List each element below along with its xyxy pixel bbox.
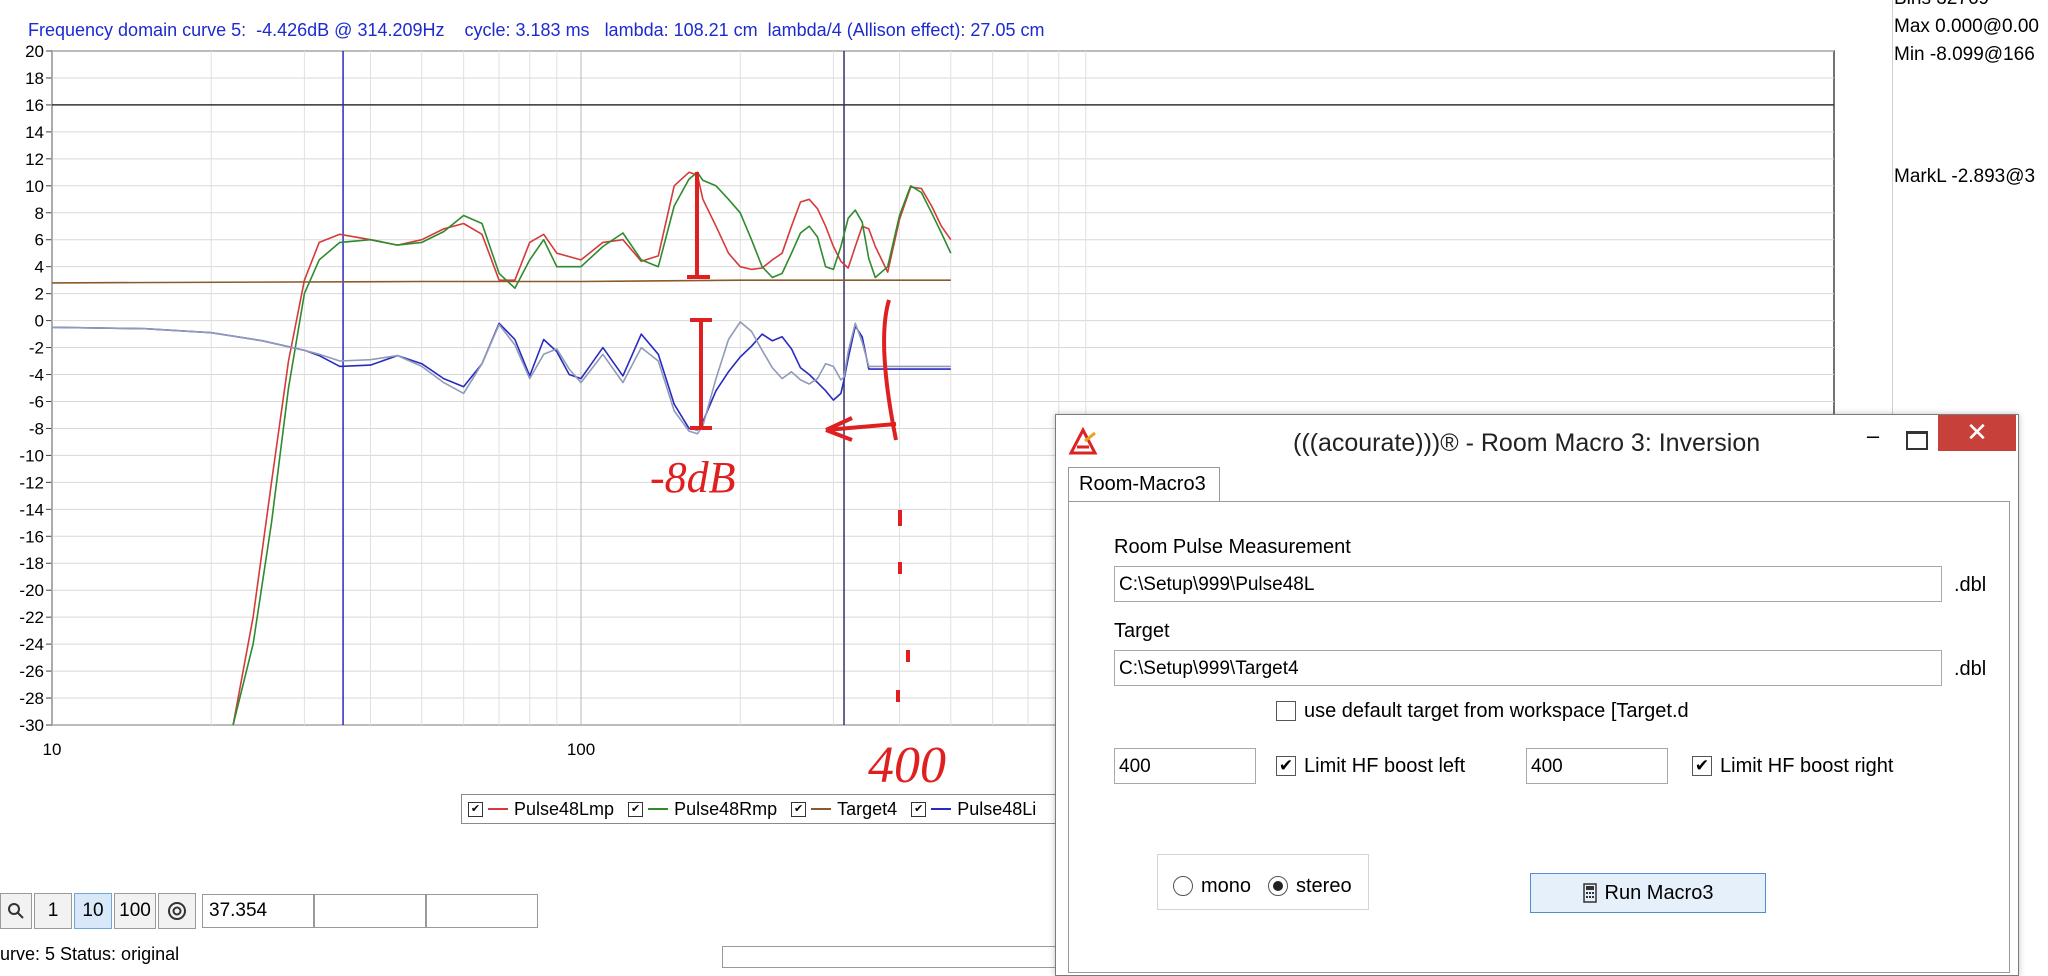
y-tick-label: -16 bbox=[19, 527, 44, 546]
radio-selected-dot bbox=[1273, 881, 1283, 891]
toolbar-field-3[interactable] bbox=[426, 894, 538, 928]
y-tick-label: -4 bbox=[29, 366, 44, 385]
curve-info-readout: Frequency domain curve 5: -4.426dB @ 314… bbox=[28, 20, 1045, 40]
legend-label: Pulse48Li bbox=[957, 798, 1037, 819]
y-tick-label: 2 bbox=[35, 285, 44, 304]
max-readout: Max 0.000@0.00 bbox=[1894, 16, 2039, 37]
magnifier-icon bbox=[8, 903, 24, 919]
legend-label: Pulse48Lmp bbox=[514, 798, 615, 819]
status-progress-box bbox=[722, 946, 1064, 968]
hf-left-input[interactable]: 400 bbox=[1114, 748, 1256, 784]
markl-readout: MarkL -2.893@3 bbox=[1894, 166, 2036, 187]
minimize-button[interactable]: – bbox=[1853, 423, 1893, 451]
target-path-input[interactable]: C:\Setup\999\Target4 bbox=[1114, 650, 1942, 686]
y-tick-label: -24 bbox=[19, 635, 44, 654]
hf-left-label: Limit HF boost left bbox=[1304, 755, 1466, 777]
dialog-titlebar[interactable]: (((acourate)))® - Room Macro 3: Inversio… bbox=[1056, 415, 2018, 465]
chart-legend: ✔ Pulse48Lmp ✔ Pulse48Rmp ✔ Target4 ✔ Pulse48Li bbox=[461, 794, 1075, 824]
calculator-icon bbox=[1582, 883, 1597, 903]
pulse-label: Room Pulse Measurement bbox=[1114, 536, 1351, 558]
acourate-logo-icon bbox=[1068, 427, 1098, 455]
bottom-toolbar: 1 10 100 37.354 bbox=[0, 892, 538, 930]
y-tick-label: -6 bbox=[29, 392, 44, 411]
min-readout: Min -8.099@166 bbox=[1894, 44, 2035, 65]
y-tick-label: 0 bbox=[35, 312, 44, 331]
mono-radio[interactable] bbox=[1173, 876, 1193, 896]
pulse-path-input[interactable]: C:\Setup\999\Pulse48L bbox=[1114, 566, 1942, 602]
y-tick-label: -20 bbox=[19, 581, 44, 600]
mono-label: mono bbox=[1201, 875, 1252, 897]
scale-1-button[interactable]: 1 bbox=[34, 893, 72, 929]
y-tick-label: -30 bbox=[19, 716, 44, 735]
y-tick-label: -2 bbox=[29, 339, 44, 358]
x-tick-label: 10 bbox=[43, 740, 62, 759]
target-icon bbox=[168, 902, 186, 920]
dialog-title: (((acourate)))® - Room Macro 3: Inversio… bbox=[1293, 429, 1761, 457]
legend-checkbox[interactable]: ✔ bbox=[911, 801, 927, 817]
y-tick-label: -12 bbox=[19, 473, 44, 492]
run-macro3-label: Run Macro3 bbox=[1604, 881, 1714, 904]
close-button[interactable]: ✕ bbox=[1938, 415, 2016, 451]
stereo-radio[interactable] bbox=[1268, 876, 1288, 896]
target-ext-label: .dbl bbox=[1954, 658, 1987, 680]
legend-item[interactable]: ✔ Pulse48Rmp bbox=[628, 799, 777, 820]
scale-100-button[interactable]: 100 bbox=[114, 893, 156, 929]
legend-checkbox[interactable]: ✔ bbox=[791, 801, 807, 817]
annotation-minus-8db: -8dB bbox=[650, 453, 736, 502]
target-label: Target bbox=[1114, 620, 1170, 642]
y-tick-label: 10 bbox=[25, 177, 44, 196]
x-tick-label: 100 bbox=[567, 740, 595, 759]
run-macro3-button[interactable]: Run Macro3 bbox=[1530, 873, 1766, 913]
bins-readout: Bins 32769 bbox=[1894, 0, 1989, 10]
y-axis: 20181614121086420-2-4-6-8-10-12-14-16-18… bbox=[19, 42, 44, 735]
scale-10-button[interactable]: 10 bbox=[74, 893, 112, 929]
status-text: urve: 5 Status: original bbox=[0, 944, 180, 964]
y-tick-label: -26 bbox=[19, 662, 44, 681]
legend-swatch bbox=[931, 808, 952, 810]
y-tick-label: -28 bbox=[19, 689, 44, 708]
hf-right-label: Limit HF boost right bbox=[1720, 755, 1894, 777]
tab-room-macro3[interactable]: Room-Macro3 bbox=[1068, 467, 1220, 501]
y-tick-label: 4 bbox=[35, 258, 44, 277]
y-tick-label: 20 bbox=[25, 42, 44, 61]
pulse-ext-label: .dbl bbox=[1954, 574, 1987, 596]
legend-swatch bbox=[488, 808, 508, 810]
maximize-icon bbox=[1906, 431, 1928, 450]
legend-swatch bbox=[811, 808, 832, 810]
y-tick-label: -8 bbox=[29, 419, 44, 438]
hf-left-checkbox[interactable]: ✔ bbox=[1276, 756, 1296, 776]
annotation-400: 400 bbox=[868, 737, 946, 794]
stereo-label: stereo bbox=[1296, 875, 1352, 897]
toolbar-field-2[interactable] bbox=[314, 894, 426, 928]
y-tick-label: -18 bbox=[19, 554, 44, 573]
y-tick-label: 6 bbox=[35, 231, 44, 250]
position-value-field[interactable]: 37.354 bbox=[202, 894, 314, 928]
zoom-button[interactable] bbox=[0, 893, 32, 929]
y-tick-label: -22 bbox=[19, 608, 44, 627]
y-tick-label: -14 bbox=[19, 500, 44, 519]
y-tick-label: 8 bbox=[35, 204, 44, 223]
target-button[interactable] bbox=[158, 893, 196, 929]
legend-checkbox[interactable]: ✔ bbox=[628, 801, 644, 817]
y-tick-label: -10 bbox=[19, 446, 44, 465]
legend-item[interactable]: ✔ Pulse48Li bbox=[911, 799, 1036, 820]
legend-label: Pulse48Rmp bbox=[674, 798, 778, 819]
default-target-label: use default target from workspace [Targe… bbox=[1304, 700, 1689, 722]
y-tick-label: 18 bbox=[25, 69, 44, 88]
legend-checkbox[interactable]: ✔ bbox=[468, 801, 483, 817]
default-target-checkbox[interactable] bbox=[1276, 701, 1296, 721]
y-tick-label: 14 bbox=[25, 123, 44, 142]
x-axis: 10 100 bbox=[43, 740, 596, 759]
legend-label: Target4 bbox=[837, 798, 898, 819]
legend-item[interactable]: ✔ Target4 bbox=[791, 799, 897, 820]
maximize-button[interactable] bbox=[1894, 423, 1934, 451]
hf-right-checkbox[interactable]: ✔ bbox=[1692, 756, 1712, 776]
y-tick-label: 12 bbox=[25, 150, 44, 169]
hf-right-input[interactable]: 400 bbox=[1526, 748, 1668, 784]
legend-swatch bbox=[648, 808, 669, 810]
y-tick-label: 16 bbox=[25, 96, 44, 115]
legend-item[interactable]: ✔ Pulse48Lmp bbox=[468, 799, 614, 820]
